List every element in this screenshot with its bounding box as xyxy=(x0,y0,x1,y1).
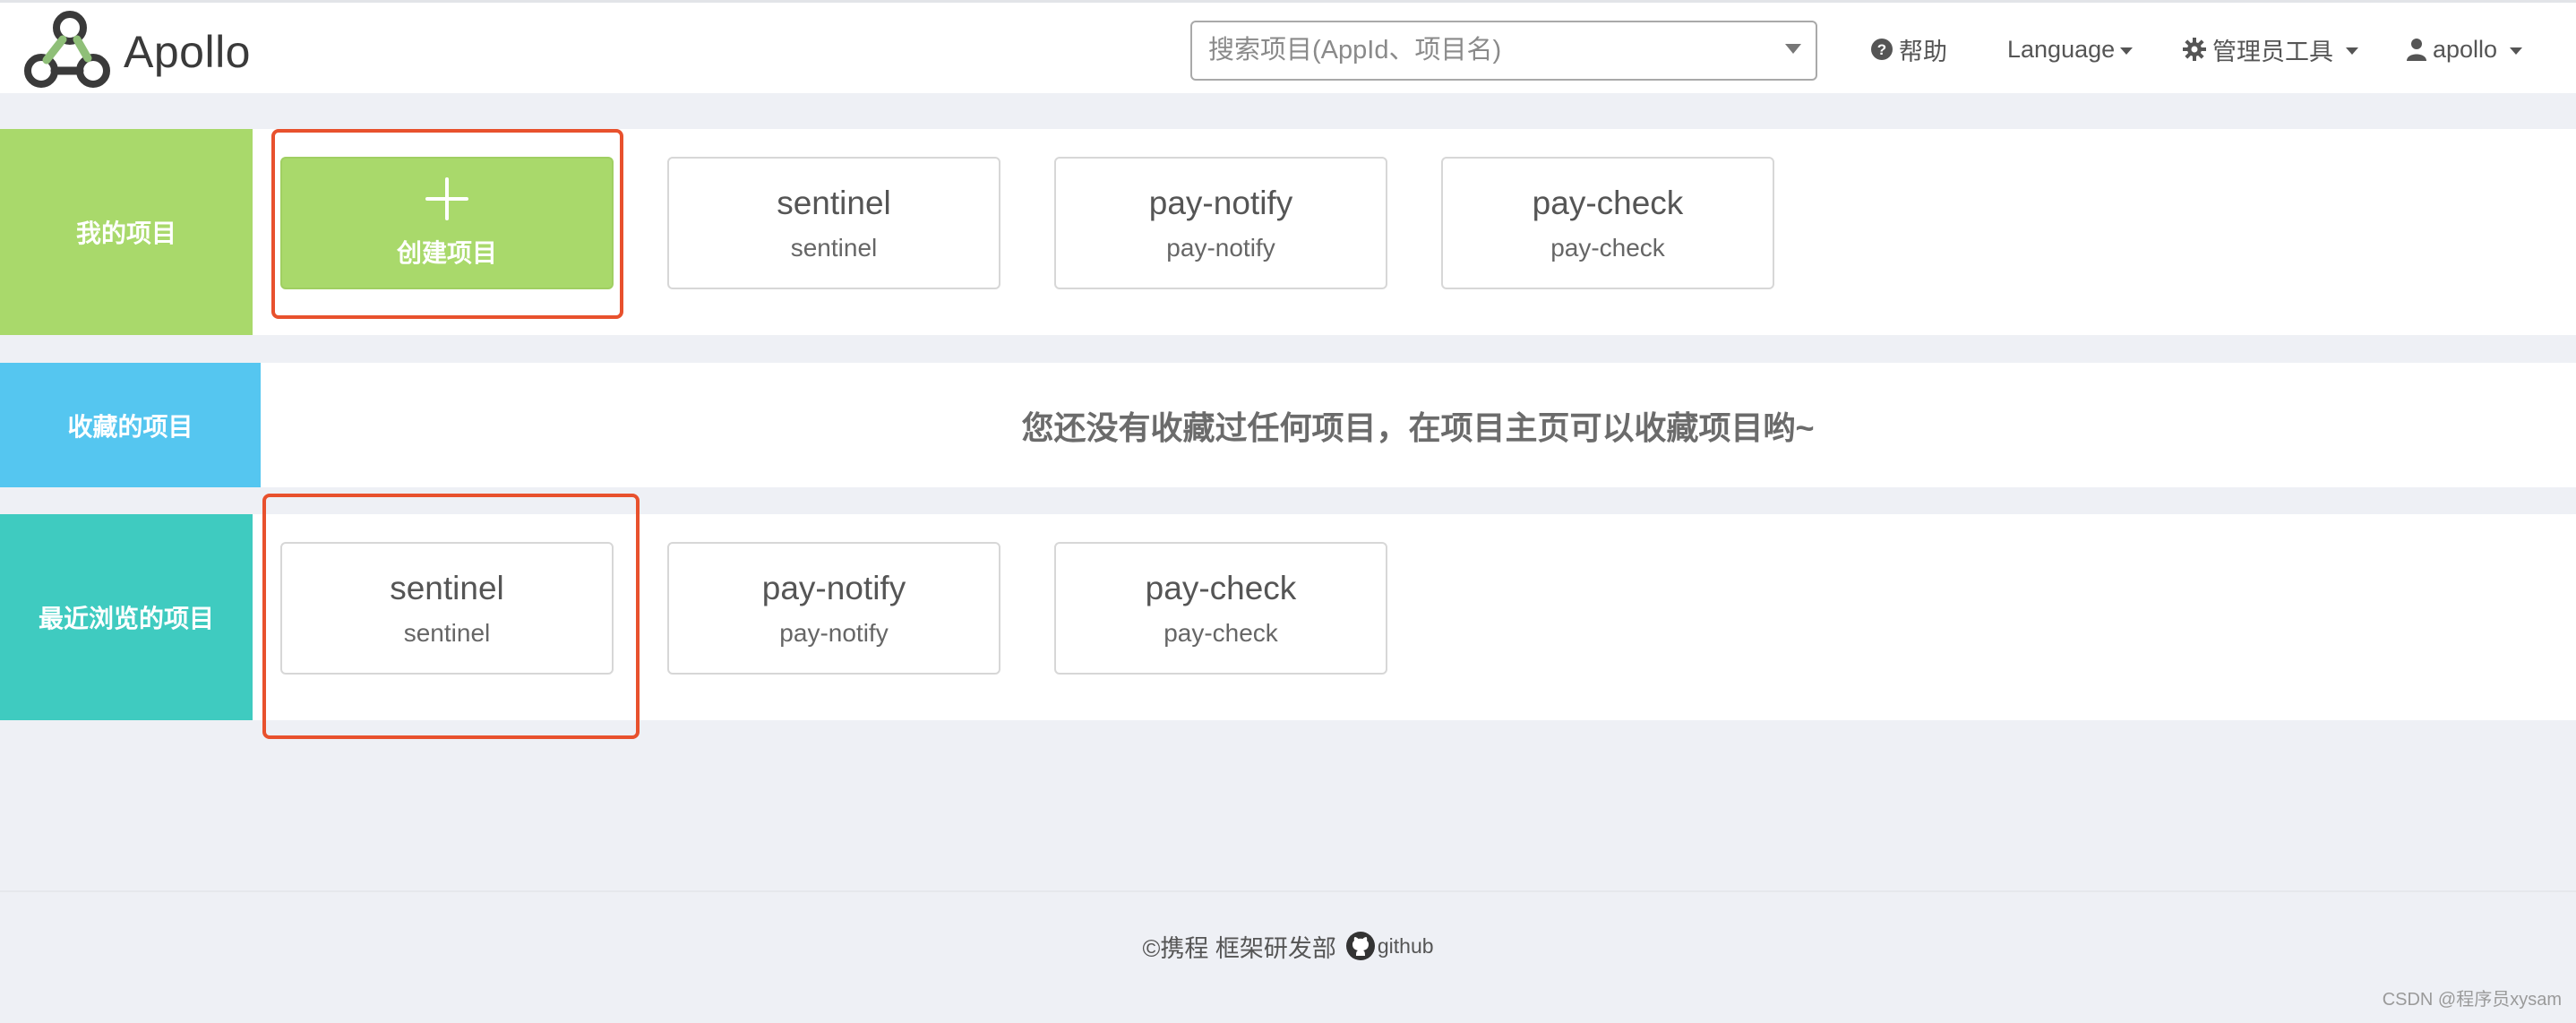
footer-copyright: ©携程 框架研发部 xyxy=(1142,934,1336,962)
project-card-subtitle: pay-check xyxy=(1550,234,1665,262)
project-card-pay-check[interactable]: pay-check pay-check xyxy=(1441,157,1774,289)
project-card-pay-notify[interactable]: pay-notify pay-notify xyxy=(1054,157,1387,289)
project-card-title: pay-check xyxy=(1532,185,1684,221)
highlight-box xyxy=(262,494,640,739)
user-dropdown[interactable]: apollo xyxy=(2406,33,2523,65)
watermark: CSDN @程序员xysam xyxy=(2382,990,2562,1010)
caret-down-icon xyxy=(2346,47,2358,55)
admin-tools-dropdown[interactable]: 管理员工具 xyxy=(2182,33,2358,65)
project-search[interactable] xyxy=(1190,21,1817,81)
search-input[interactable] xyxy=(1208,22,1764,79)
apollo-logo-icon[interactable] xyxy=(23,8,113,90)
caret-down-icon xyxy=(2510,47,2523,55)
favorites-label: 收藏的项目 xyxy=(0,363,261,487)
app-name[interactable]: Apollo xyxy=(124,26,251,78)
project-card-title: pay-notify xyxy=(1148,185,1293,221)
project-card-subtitle: sentinel xyxy=(790,234,878,262)
help-link[interactable]: ? 帮助 xyxy=(1870,33,1947,65)
user-icon xyxy=(2407,39,2426,61)
caret-down-icon xyxy=(2120,47,2134,55)
footer-divider xyxy=(0,890,2576,892)
project-card-subtitle: pay-notify xyxy=(1166,234,1275,262)
project-card-sentinel[interactable]: sentinel sentinel xyxy=(667,157,1000,289)
my-projects-label: 我的项目 xyxy=(0,129,253,335)
top-navbar: Apollo ? 帮助 Language xyxy=(0,0,2576,93)
project-card-subtitle: pay-notify xyxy=(779,619,889,647)
chevron-down-icon[interactable] xyxy=(1785,44,1801,54)
highlight-box xyxy=(271,129,623,319)
project-card-title: pay-notify xyxy=(761,570,906,606)
user-name: apollo xyxy=(2433,35,2498,63)
question-circle-icon: ? xyxy=(1871,39,1893,60)
gear-icon xyxy=(2183,38,2206,61)
svg-text:?: ? xyxy=(1877,41,1886,58)
recent-projects-label: 最近浏览的项目 xyxy=(0,514,253,720)
admin-tools-label: 管理员工具 xyxy=(2212,38,2333,65)
project-card-title: pay-check xyxy=(1145,570,1297,606)
footer: ©携程 框架研发部 github xyxy=(0,926,2576,966)
project-card-subtitle: pay-check xyxy=(1163,619,1278,647)
recent-card-pay-notify[interactable]: pay-notify pay-notify xyxy=(667,542,1000,675)
github-link[interactable]: github xyxy=(1378,934,1434,959)
language-dropdown[interactable]: Language xyxy=(2007,33,2134,65)
favorites-empty-message: 您还没有收藏过任何项目，在项目主页可以收藏项目哟~ xyxy=(1021,408,1815,446)
github-icon[interactable] xyxy=(1345,931,1376,961)
project-card-title: sentinel xyxy=(777,185,891,221)
recent-card-pay-check[interactable]: pay-check pay-check xyxy=(1054,542,1387,675)
language-label: Language xyxy=(2007,35,2116,63)
favorites-row: 收藏的项目 您还没有收藏过任何项目，在项目主页可以收藏项目哟~ xyxy=(0,363,2576,487)
help-label: 帮助 xyxy=(1899,38,1947,65)
